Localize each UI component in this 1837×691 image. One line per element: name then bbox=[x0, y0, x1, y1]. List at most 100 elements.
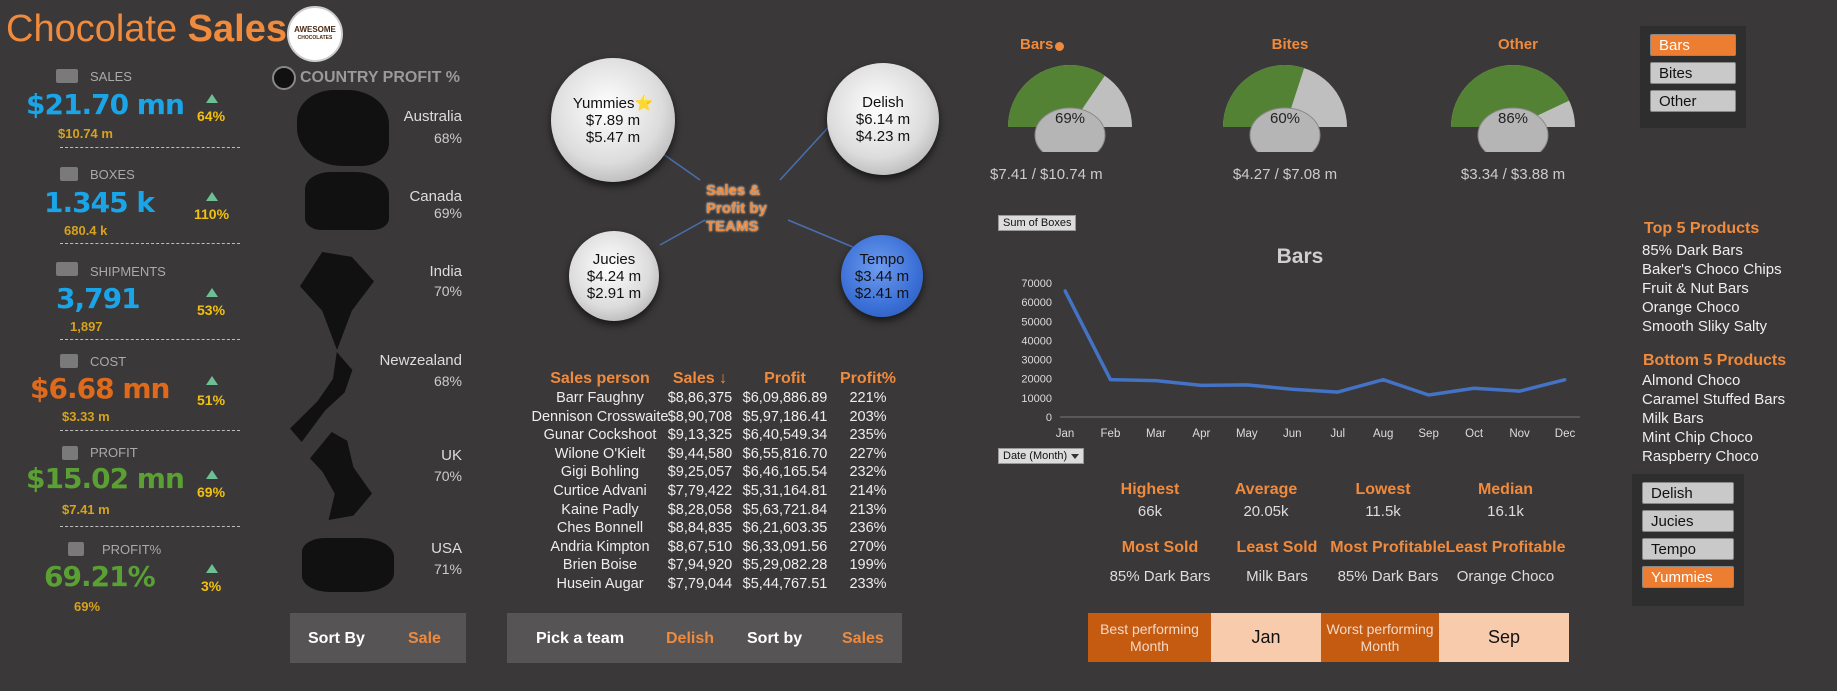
line-chart: 70000 60000 50000 40000 30000 20000 10000 0 Jan F… bbox=[1021, 278, 1580, 440]
country-name: USA bbox=[431, 540, 462, 557]
table-cell: Gigi Bohling bbox=[560, 464, 640, 481]
table-row: Gunar Cockshoot $9,13,325 $6,40,549.34 235% bbox=[500, 427, 920, 445]
stat-value: 85% Dark Bars bbox=[1337, 568, 1439, 585]
table-cell: Brien Boise bbox=[562, 557, 638, 574]
x-tick-label: Dec bbox=[1555, 428, 1576, 440]
divider bbox=[60, 339, 240, 340]
table-cell: $6,33,091.56 bbox=[742, 538, 828, 555]
product-item: 85% Dark Bars bbox=[1642, 242, 1743, 259]
data-point bbox=[1381, 378, 1385, 382]
x-tick-label: Oct bbox=[1465, 428, 1484, 440]
table-cell: 233% bbox=[849, 576, 887, 592]
field-button-sum-of-boxes[interactable]: Sum of Boxes bbox=[998, 215, 1077, 231]
team-slicer: Delish Jucies Tempo Yummies bbox=[1632, 474, 1744, 606]
product-item: Baker's Choco Chips bbox=[1642, 261, 1782, 278]
team-bubble-jucies[interactable]: Jucies $4.24 m $2.91 m bbox=[569, 231, 659, 321]
table-row: Gigi Bohling $9,25,057 $6,46,165.54 232% bbox=[500, 464, 920, 482]
data-point bbox=[1518, 389, 1522, 393]
kpi-subvalue: 69% bbox=[74, 599, 101, 614]
x-tick-label: Nov bbox=[1509, 428, 1530, 440]
slicer-item-yummies[interactable]: Yummies bbox=[1642, 566, 1734, 588]
slicer-item-tempo[interactable]: Tempo bbox=[1642, 538, 1734, 560]
table-cell: $5,97,186.41 bbox=[742, 408, 828, 425]
team-bubble-tempo[interactable]: Tempo $3.44 m $2.41 m bbox=[841, 235, 923, 317]
stat-value: Orange Choco bbox=[1456, 568, 1555, 585]
kpi-value: $21.70 mn bbox=[26, 88, 185, 121]
product-item: Orange Choco bbox=[1642, 299, 1740, 316]
y-tick-label: 30000 bbox=[1021, 355, 1052, 367]
x-tick-label: Jul bbox=[1330, 428, 1345, 440]
team-bubble-delish[interactable]: Delish $6.14 m $4.23 m bbox=[827, 63, 939, 175]
kpi-label: PROFIT% bbox=[102, 542, 162, 557]
table-row: Andria Kimpton $8,67,510 $6,33,091.56 270% bbox=[500, 539, 920, 557]
canada-map bbox=[305, 172, 389, 230]
stat-heading: Least Profitable bbox=[1445, 539, 1566, 556]
stat-value: 66k bbox=[1137, 503, 1163, 520]
table-cell: $8,28,058 bbox=[667, 501, 733, 518]
table-cell: $6,46,165.54 bbox=[742, 464, 828, 481]
table-cell: $6,09,886.89 bbox=[742, 390, 828, 406]
kpi-percent: 64% bbox=[197, 108, 226, 124]
table-row: Ches Bonnell $8,84,835 $6,21,603.35 236% bbox=[500, 520, 920, 538]
table-cell: $5,29,082.28 bbox=[742, 557, 828, 574]
worst-month-value: Sep bbox=[1439, 613, 1569, 662]
stat-heading: Average bbox=[1234, 481, 1298, 498]
y-tick-label: 60000 bbox=[1021, 297, 1052, 309]
data-point bbox=[1199, 383, 1203, 387]
col-header-profit-pct[interactable]: Profit% bbox=[828, 370, 908, 388]
data-point bbox=[1563, 378, 1567, 382]
slicer-item-bites[interactable]: Bites bbox=[1650, 62, 1736, 84]
table-cell: 203% bbox=[849, 408, 887, 425]
slicer-item-other[interactable]: Other bbox=[1650, 90, 1736, 112]
best-month-label: Best performing Month bbox=[1088, 613, 1211, 662]
kpi-percent: 3% bbox=[201, 578, 222, 594]
stat-heading: Median bbox=[1477, 481, 1534, 498]
product-item: Smooth Sliky Salty bbox=[1642, 318, 1768, 335]
y-tick-label: 70000 bbox=[1021, 278, 1052, 290]
country-pct: 68% bbox=[433, 373, 462, 389]
gauge-percent: 60% bbox=[1269, 110, 1301, 127]
chart-icon bbox=[62, 446, 78, 460]
gauge-dial bbox=[1223, 65, 1347, 152]
slicer-item-delish[interactable]: Delish bbox=[1642, 482, 1734, 504]
product-item: Milk Bars bbox=[1642, 410, 1704, 427]
table-row: Curtice Advani $7,79,422 $5,31,164.81 214% bbox=[500, 483, 920, 501]
slicer-item-jucies[interactable]: Jucies bbox=[1642, 510, 1734, 532]
table-row: Husein Augar $7,79,044 $5,44,767.51 233% bbox=[500, 576, 920, 594]
country-pct: 71% bbox=[433, 561, 462, 577]
table-cell: $6,55,816.70 bbox=[742, 445, 828, 462]
table-cell: 213% bbox=[849, 501, 887, 518]
table-cell: $7,79,422 bbox=[667, 483, 733, 499]
stat-heading: Lowest bbox=[1355, 481, 1411, 498]
kpi-label: PROFIT bbox=[90, 445, 138, 460]
table-sort-value[interactable]: Sales bbox=[842, 630, 884, 648]
country-sort-value[interactable]: Sale bbox=[408, 630, 441, 648]
axis-button-date-month[interactable]: Date (Month) bbox=[998, 448, 1085, 464]
table-cell: $5,31,164.81 bbox=[742, 483, 828, 499]
pick-team-value[interactable]: Delish bbox=[666, 630, 714, 648]
country-pct: 69% bbox=[433, 205, 462, 221]
data-point bbox=[1427, 393, 1431, 397]
gauge-title: Bites bbox=[1271, 36, 1309, 53]
product-item: Caramel Stuffed Bars bbox=[1642, 391, 1786, 408]
kpi-value: $15.02 mn bbox=[26, 462, 185, 495]
table-cell: Gunar Cockshoot bbox=[543, 427, 657, 444]
y-tick-label: 0 bbox=[1046, 412, 1052, 424]
col-header-profit[interactable]: Profit bbox=[735, 370, 835, 388]
data-point bbox=[1336, 390, 1340, 394]
usa-map bbox=[302, 538, 394, 592]
col-header-salesperson[interactable]: Sales person bbox=[530, 370, 670, 388]
gauge-percent: 69% bbox=[1054, 110, 1086, 127]
gauge-dial bbox=[1008, 65, 1132, 152]
kpi-subvalue: $7.41 m bbox=[62, 502, 110, 517]
pick-team-label: Pick a team bbox=[536, 630, 625, 647]
team-bubble-yummies[interactable]: Yummies⭐ $7.89 m $5.47 m bbox=[551, 58, 675, 182]
table-row: Wilone O'Kielt $9,44,580 $6,55,816.70 227% bbox=[500, 446, 920, 464]
page-title: Chocolate Sales bbox=[6, 8, 287, 50]
kpi-value: 69.21% bbox=[44, 560, 156, 593]
table-cell: $8,84,835 bbox=[667, 520, 733, 537]
table-row: Kaine Padly $8,28,058 $5,63,721.84 213% bbox=[500, 502, 920, 520]
col-header-sales[interactable]: Sales ↓ bbox=[665, 370, 735, 388]
bottom-products-list: Almond Choco Caramel Stuffed Bars Milk Bar… bbox=[1642, 372, 1785, 467]
slicer-item-bars[interactable]: Bars bbox=[1650, 34, 1736, 56]
